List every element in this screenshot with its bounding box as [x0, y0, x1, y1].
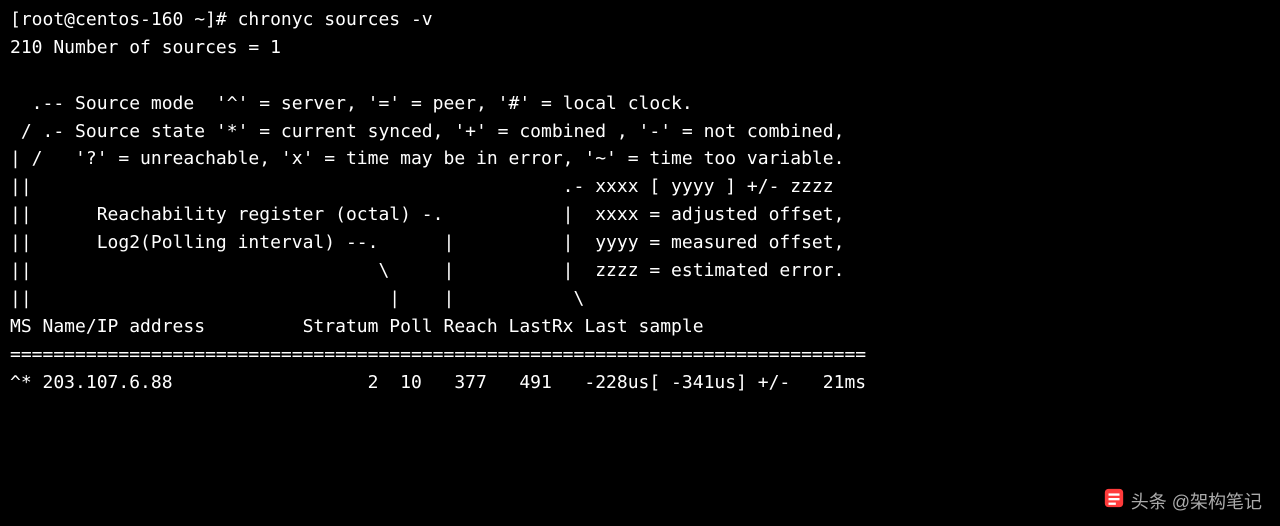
- shell-prompt: [root@centos-160 ~]#: [10, 9, 238, 30]
- table-row: ^* 203.107.6.88 2 10 377 491 -228us[ -34…: [10, 372, 866, 393]
- sources-count-line: 210 Number of sources = 1: [10, 37, 281, 58]
- command-text: chronyc sources -v: [238, 9, 433, 30]
- table-header: MS Name/IP address Stratum Poll Reach La…: [10, 316, 704, 337]
- terminal-window[interactable]: [root@centos-160 ~]# chronyc sources -v …: [0, 0, 1280, 396]
- legend-line: || .- xxxx [ yyyy ] +/- zzzz: [10, 176, 834, 197]
- legend-line: .-- Source mode '^' = server, '=' = peer…: [10, 93, 693, 114]
- watermark-text: 头条 @架构笔记: [1131, 489, 1262, 517]
- legend-line: || \ | | zzzz = estimated error.: [10, 260, 844, 281]
- table-separator: ========================================…: [10, 344, 866, 365]
- legend-line: / .- Source state '*' = current synced, …: [10, 121, 844, 142]
- legend-line: || Log2(Polling interval) --. | | yyyy =…: [10, 232, 844, 253]
- legend-line: || Reachability register (octal) -. | xx…: [10, 204, 844, 225]
- legend-line: || | | \: [10, 288, 584, 309]
- legend-line: | / '?' = unreachable, 'x' = time may be…: [10, 148, 844, 169]
- watermark: 头条 @架构笔记: [1103, 487, 1262, 518]
- toutiao-logo-icon: [1103, 487, 1125, 518]
